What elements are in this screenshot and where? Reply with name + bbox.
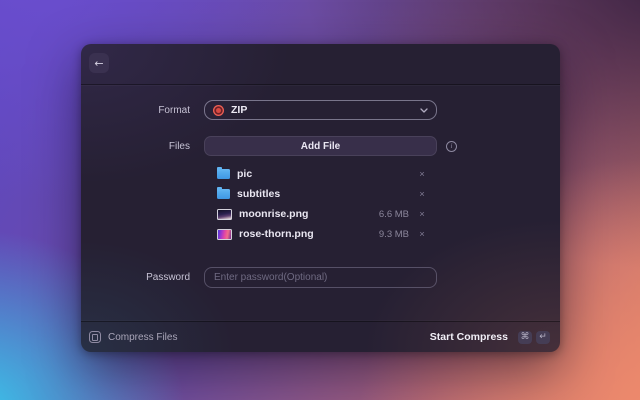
password-row: Password: [81, 267, 560, 288]
command-key-icon: ⌘: [518, 331, 532, 344]
desktop-background: ← Format ZIP Files Add File i: [0, 0, 640, 400]
remove-file-icon[interactable]: ×: [416, 229, 428, 240]
back-button[interactable]: ←: [89, 53, 109, 73]
add-file-label: Add File: [301, 141, 340, 152]
window-header: ←: [81, 44, 560, 85]
footer-app-name: Compress Files: [108, 332, 177, 343]
image-thumbnail: [217, 209, 232, 220]
file-name: subtitles: [237, 188, 280, 200]
remove-file-icon[interactable]: ×: [416, 169, 428, 180]
format-label: Format: [81, 105, 190, 116]
start-compress-action[interactable]: Start Compress ⌘ ↵: [430, 331, 550, 344]
file-row: moonrise.png 6.6 MB ×: [217, 204, 428, 224]
compress-files-app-icon: [89, 331, 101, 343]
files-label: Files: [81, 141, 190, 152]
format-select[interactable]: ZIP: [204, 100, 437, 120]
zip-format-icon: [213, 105, 224, 116]
file-list: pic × subtitles × moonrise.png 6.6 MB × …: [217, 164, 428, 244]
start-compress-label: Start Compress: [430, 331, 508, 343]
file-name: pic: [237, 168, 252, 180]
file-size: 6.6 MB: [379, 209, 409, 220]
folder-icon: [217, 189, 230, 199]
format-value: ZIP: [231, 104, 247, 116]
remove-file-icon[interactable]: ×: [416, 189, 428, 200]
chevron-down-icon: [420, 108, 428, 113]
file-name: moonrise.png: [239, 208, 308, 220]
footer-bar: Compress Files Start Compress ⌘ ↵: [81, 321, 560, 352]
return-key-icon: ↵: [536, 331, 550, 344]
info-icon[interactable]: i: [446, 141, 457, 152]
file-row: rose-thorn.png 9.3 MB ×: [217, 224, 428, 244]
files-row: Files Add File i: [81, 136, 560, 156]
file-row: pic ×: [217, 164, 428, 184]
remove-file-icon[interactable]: ×: [416, 209, 428, 220]
file-row: subtitles ×: [217, 184, 428, 204]
back-arrow-icon: ←: [94, 57, 103, 70]
folder-icon: [217, 169, 230, 179]
password-label: Password: [81, 272, 190, 283]
compress-files-window: ← Format ZIP Files Add File i: [81, 44, 560, 352]
password-input[interactable]: [204, 267, 437, 288]
file-size: 9.3 MB: [379, 229, 409, 240]
file-name: rose-thorn.png: [239, 228, 314, 240]
image-thumbnail: [217, 229, 232, 240]
format-row: Format ZIP: [81, 100, 560, 120]
add-file-button[interactable]: Add File: [204, 136, 437, 156]
